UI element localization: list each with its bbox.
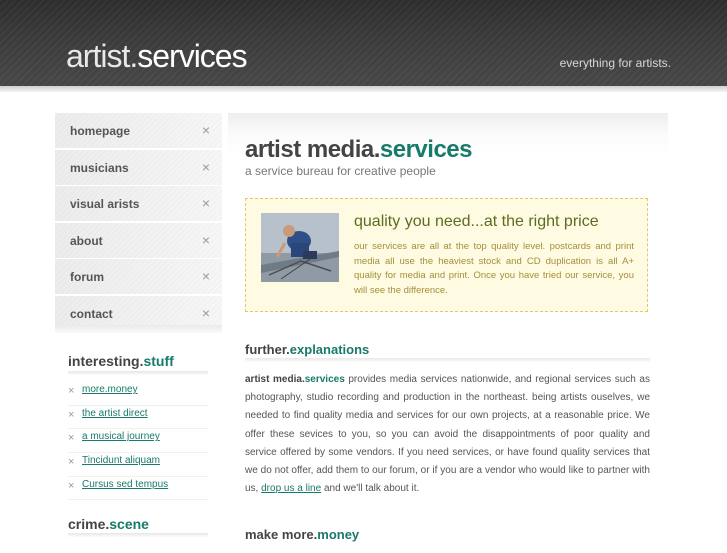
make-more-money-heading: make more.money <box>245 527 359 542</box>
heading-part2: money <box>317 527 360 542</box>
main-nav: homepage × musicians × visual arists × a… <box>55 113 222 332</box>
close-icon: × <box>201 231 210 248</box>
close-icon: × <box>201 268 210 284</box>
close-icon: × <box>68 479 75 492</box>
heading-part2: stuff <box>143 353 174 369</box>
nav-label: contact <box>70 306 113 321</box>
close-icon: × <box>201 158 210 175</box>
para-body: provides media services nationwide, and … <box>245 374 650 495</box>
nav-label: about <box>70 233 103 248</box>
nav-label: homepage <box>70 124 131 138</box>
nav-label: forum <box>70 270 104 284</box>
title-part2: services <box>379 136 473 163</box>
feature-photo <box>261 213 339 282</box>
nav-item-about[interactable]: about × <box>55 222 222 259</box>
drop-us-a-line-link[interactable]: drop us a line <box>261 483 321 494</box>
page-title: artist media.services <box>245 136 472 164</box>
further-explanations-heading: further.explanations <box>245 342 369 357</box>
sidebar-divider <box>68 371 208 375</box>
feature-box: quality you need...at the right price ou… <box>245 198 648 312</box>
artist-photo-image <box>261 213 339 282</box>
interesting-links: × more.money × the artist direct × a mus… <box>68 382 208 501</box>
logo-part1: artist. <box>66 38 138 74</box>
site-header: artist.services everything for artists. <box>0 0 727 86</box>
close-icon: × <box>201 122 210 138</box>
nav-label: visual arists <box>70 197 140 211</box>
list-item: × Tincidunt aliquam <box>68 453 208 477</box>
list-item: × the artist direct <box>68 406 208 430</box>
sidebar-divider <box>68 533 208 537</box>
heading-part2: explanations <box>289 342 370 357</box>
site-tagline: everything for artists. <box>559 56 671 70</box>
heading-part1: crime. <box>68 516 110 532</box>
page-subtitle: a service bureau for creative people <box>245 164 436 178</box>
list-item: × more.money <box>68 382 208 406</box>
list-item: × a musical journey <box>68 429 208 454</box>
close-icon: × <box>68 456 75 469</box>
nav-label: musicians <box>70 160 129 175</box>
close-icon: × <box>68 432 75 445</box>
logo-part2: services <box>137 38 247 74</box>
para-end: and we'll talk about it. <box>321 483 420 495</box>
para-brand-part1: artist media. <box>245 374 305 385</box>
heading-part1: interesting. <box>68 353 144 369</box>
close-icon: × <box>201 195 210 211</box>
link-cursus-sed-tempus[interactable]: Cursus sed tempus <box>82 479 168 490</box>
explanation-paragraph: artist media.services provides media ser… <box>245 371 650 498</box>
heading-part1: further. <box>245 342 290 357</box>
link-musical-journey[interactable]: a musical journey <box>82 431 160 442</box>
nav-item-visual-artists[interactable]: visual arists × <box>55 186 222 222</box>
heading-part2: scene <box>109 516 149 532</box>
crime-scene-heading: crime.scene <box>68 516 149 532</box>
para-brand: artist media.services <box>245 374 345 385</box>
title-part1: artist media. <box>245 136 380 163</box>
nav-footer <box>55 325 222 333</box>
feature-title: quality you need...at the right price <box>354 213 599 230</box>
close-icon: × <box>68 408 75 421</box>
section-divider <box>245 358 650 362</box>
nav-item-forum[interactable]: forum × <box>55 259 222 295</box>
close-icon: × <box>68 385 75 397</box>
link-tincidunt-aliquam[interactable]: Tincidunt aliquam <box>82 455 160 466</box>
link-more-money[interactable]: more.money <box>82 384 138 395</box>
list-item: × Cursus sed tempus <box>68 477 208 501</box>
heading-part1: make more. <box>245 527 318 542</box>
header-divider <box>0 86 727 92</box>
nav-item-homepage[interactable]: homepage × <box>55 113 222 149</box>
para-brand-part2: services <box>304 374 345 385</box>
close-icon: × <box>201 304 210 321</box>
site-logo[interactable]: artist.services <box>66 38 248 75</box>
feature-text: our services are all at the top quality … <box>354 241 634 296</box>
nav-item-musicians[interactable]: musicians × <box>55 149 222 186</box>
link-artist-direct[interactable]: the artist direct <box>82 408 148 419</box>
interesting-stuff-heading: interesting.stuff <box>68 353 174 369</box>
